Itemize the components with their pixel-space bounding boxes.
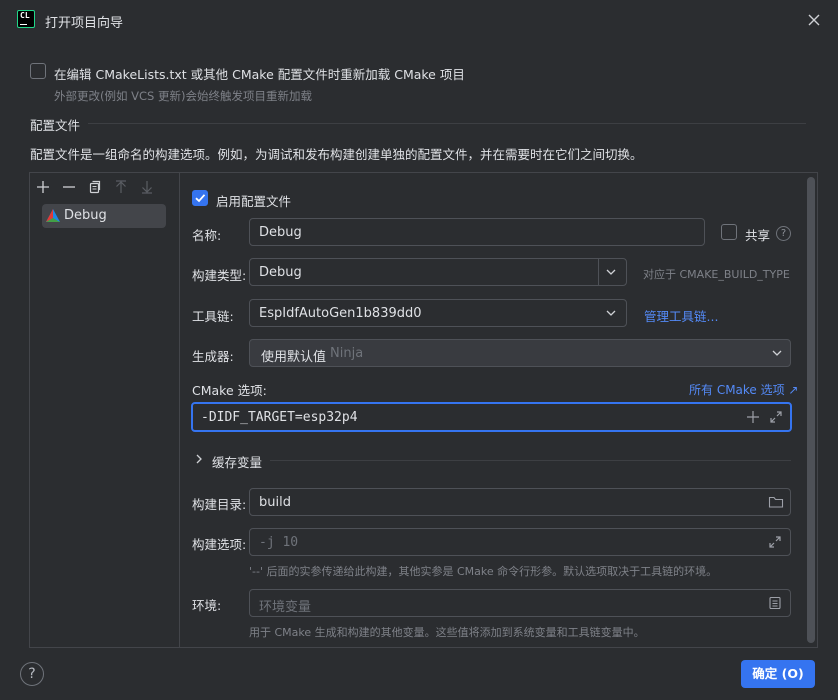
profiles-section-title: 配置文件: [30, 118, 81, 133]
reload-checkbox-label: 在编辑 CMakeLists.txt 或其他 CMake 配置文件时重新加载 C…: [54, 67, 465, 82]
cache-divider: [270, 460, 791, 461]
build-options-input[interactable]: -j 10: [249, 528, 791, 556]
build-dir-label: 构建目录:: [192, 497, 247, 512]
environment-hint: 用于 CMake 生成和构建的其他变量。这些值将添加到系统变量和工具链变量中。: [249, 626, 645, 639]
title-bar: CL 打开项目向导: [0, 0, 838, 40]
reload-checkbox[interactable]: [30, 63, 46, 79]
plus-icon[interactable]: [34, 178, 52, 196]
build-options-placeholder: -j 10: [259, 535, 299, 550]
manage-toolchains-link[interactable]: 管理工具链...: [644, 306, 718, 325]
minus-icon[interactable]: [60, 178, 78, 196]
build-options-hint: '--' 后面的实参传递给此构建，其他实参是 CMake 命令行形参。默认选项取…: [249, 565, 718, 578]
enable-profile-label: 启用配置文件: [216, 194, 292, 209]
cache-variables-toggle[interactable]: 缓存变量: [212, 452, 262, 471]
arrow-up-icon[interactable]: [112, 178, 130, 196]
help-button[interactable]: ?: [20, 662, 44, 686]
environment-label: 环境:: [192, 598, 222, 613]
toolchain-value: EspIdfAutoGen1b839dd0: [259, 306, 422, 321]
cmake-options-label: CMake 选项:: [192, 383, 267, 398]
expand-icon[interactable]: [768, 535, 782, 552]
clion-logo-icon: CL: [17, 10, 35, 28]
generator-label: 生成器:: [192, 349, 234, 364]
chevron-down-icon: [604, 306, 618, 323]
scrollbar[interactable]: [807, 177, 815, 643]
reload-hint: 外部更改(例如 VCS 更新)会始终触发项目重新加载: [54, 89, 312, 103]
build-type-hint: 对应于 CMAKE_BUILD_TYPE: [643, 268, 790, 281]
profile-item-label: Debug: [64, 208, 107, 223]
folder-icon[interactable]: [768, 494, 784, 513]
toolchain-select[interactable]: EspIdfAutoGen1b839dd0: [249, 299, 627, 327]
profile-item-debug[interactable]: Debug: [42, 204, 166, 228]
chevron-right-icon[interactable]: [193, 453, 205, 468]
expand-icon[interactable]: [769, 410, 783, 427]
build-type-label: 构建类型:: [192, 268, 247, 283]
name-input[interactable]: Debug: [249, 218, 705, 246]
share-label: 共享: [745, 228, 771, 243]
close-icon[interactable]: [804, 10, 824, 30]
generator-value: 使用默认值: [261, 350, 327, 365]
section-divider: [88, 123, 806, 124]
toolchain-label: 工具链:: [192, 309, 234, 324]
profiles-description: 配置文件是一组命名的构建选项。例如，为调试和发布构建创建单独的配置文件，并在需要…: [30, 147, 643, 162]
all-cmake-options-link[interactable]: 所有 CMake 选项 ↗: [689, 381, 799, 398]
enable-profile-checkbox[interactable]: [192, 190, 208, 206]
environment-input[interactable]: 环境变量: [249, 589, 791, 617]
copy-icon[interactable]: [86, 178, 104, 196]
plus-icon[interactable]: [746, 410, 760, 427]
window-title: 打开项目向导: [45, 16, 124, 31]
chevron-down-icon: [770, 346, 784, 363]
build-options-label: 构建选项:: [192, 537, 247, 552]
cmake-options-value: -DIDF_TARGET=esp32p4: [201, 410, 358, 425]
cmake-triangle-icon: [45, 208, 61, 227]
generator-select[interactable]: 使用默认值 Ninja: [249, 339, 791, 367]
arrow-down-icon[interactable]: [138, 178, 156, 196]
share-help-icon[interactable]: ?: [776, 226, 791, 241]
profile-toolbar: [30, 173, 179, 201]
dropdown-separator: [598, 259, 599, 285]
name-label: 名称:: [192, 228, 222, 243]
list-icon[interactable]: [768, 596, 782, 613]
build-dir-input[interactable]: build: [249, 488, 791, 516]
chevron-down-icon: [604, 265, 618, 282]
cmake-options-input[interactable]: -DIDF_TARGET=esp32p4: [191, 402, 792, 432]
build-type-select[interactable]: Debug: [249, 258, 627, 286]
ok-button[interactable]: 确定 (O): [741, 660, 815, 688]
share-checkbox[interactable]: [721, 224, 737, 240]
build-type-value: Debug: [259, 265, 302, 280]
name-value: Debug: [259, 225, 302, 240]
build-dir-value: build: [259, 495, 291, 510]
environment-placeholder: 环境变量: [259, 600, 312, 615]
profile-list-panel: Debug: [29, 172, 179, 648]
generator-hint: Ninja: [330, 346, 364, 361]
